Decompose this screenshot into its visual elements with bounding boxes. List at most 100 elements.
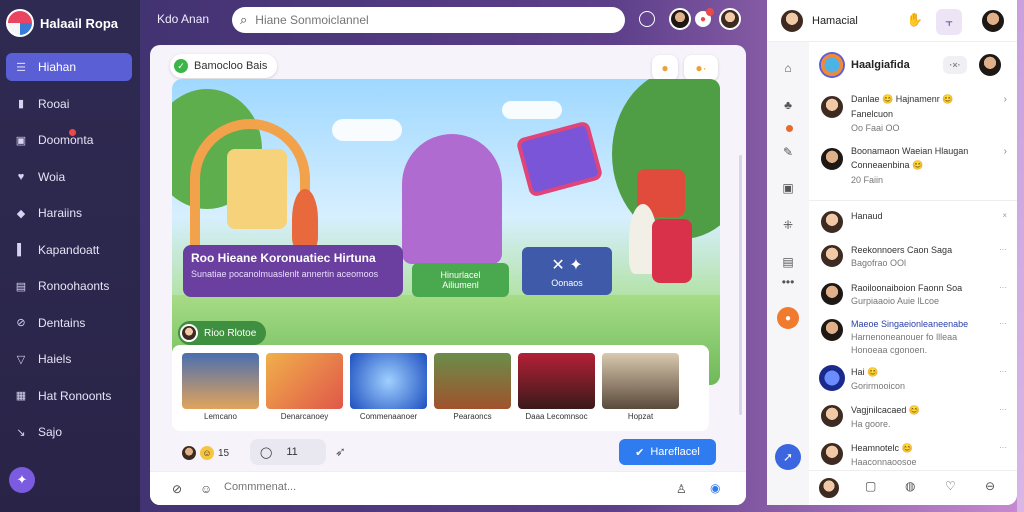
- group-card[interactable]: Danlae 😊 Hajnamenr 😊 Fanelcuon Oo Faai O…: [819, 94, 1007, 142]
- compose-button[interactable]: ➚: [775, 444, 801, 470]
- list-item[interactable]: Vagjnilcacaed 😊 Ha goore. ···: [819, 403, 1007, 429]
- close-icon[interactable]: ·×·: [943, 56, 967, 74]
- avatar: [819, 403, 845, 429]
- thumbnail[interactable]: Daaa Lecomnsoc: [518, 353, 595, 423]
- sidebar-item-dentains[interactable]: ⊘ Dentains: [6, 309, 132, 337]
- more-icon[interactable]: ···: [999, 367, 1007, 376]
- sidebar-item-label: Hat Ronoonts: [38, 388, 112, 403]
- list-item-name: Hai 😊: [851, 367, 879, 377]
- sidebar-item-label: Dentains: [38, 315, 86, 330]
- comment-count: 11: [286, 446, 298, 458]
- comment-icon: ◯: [260, 446, 273, 459]
- more-icon[interactable]: •••: [780, 274, 796, 290]
- search-bar[interactable]: ⌕: [232, 7, 625, 33]
- more-icon[interactable]: ···: [999, 283, 1007, 292]
- avatar[interactable]: [669, 8, 691, 30]
- sidebar-item-ronoohaonts[interactable]: ▤ Ronoohaonts: [6, 272, 132, 300]
- smile-icon: ☺: [200, 446, 214, 460]
- avatar[interactable]: [977, 52, 1003, 78]
- reactions[interactable]: ☺ 15: [182, 446, 229, 460]
- list-item-sub: Bagofrao OOl: [851, 258, 907, 268]
- avatar: [819, 365, 845, 391]
- blue-action-button[interactable]: ✕ ✦ Oonaos: [522, 247, 612, 295]
- group-header[interactable]: Haalgiafida ·×·: [819, 52, 1003, 78]
- hero-banner[interactable]: Roo Hieane Koronuatiec Hirtuna Sunatiae …: [183, 245, 403, 297]
- post-tag-label: Bamocloo Bais: [194, 60, 268, 72]
- group-card[interactable]: Boonamaon Waeian Hlaugan Conneaenbina 😊 …: [819, 146, 1007, 194]
- sidebar-item-haiels[interactable]: ▽ Haiels: [6, 345, 132, 373]
- minus-circle-icon[interactable]: ⊖: [985, 479, 995, 493]
- sidebar-item-hat-ronoonts[interactable]: ▦ Hat Ronoonts: [6, 382, 132, 410]
- list-item[interactable]: Hanaud ×: [819, 209, 1007, 235]
- bell-icon[interactable]: ♙: [676, 482, 687, 496]
- list-item[interactable]: Maeoe Singaeionleaneenabe Harnenoneanoue…: [819, 317, 1007, 355]
- emoji-icon[interactable]: ●: [652, 55, 678, 81]
- smile-icon[interactable]: ◉: [710, 481, 720, 495]
- sidebar-item-haraiins[interactable]: ◆ Haraiins: [6, 199, 132, 227]
- sidebar-item-label: Hiahan: [38, 60, 77, 74]
- list-item-sub2: Honoeaa cgonoen.: [851, 345, 928, 355]
- globe-icon[interactable]: ◍: [905, 479, 915, 493]
- more-icon[interactable]: ···: [999, 319, 1007, 328]
- search-input[interactable]: [255, 13, 596, 27]
- left-sidebar: Halaail Ropa ☰ Hiahan ▮ Rooai ▣ Doomonta…: [0, 0, 140, 512]
- list-item[interactable]: Hai 😊 Gorirmooicon ···: [819, 365, 1007, 391]
- avatar[interactable]: [980, 8, 1006, 34]
- avatar[interactable]: [817, 476, 841, 500]
- notification-icon[interactable]: ●: [695, 8, 714, 27]
- sidebar-item-hiahan[interactable]: ☰ Hiahan: [6, 53, 132, 81]
- comments-button[interactable]: ◯ 11: [250, 439, 326, 465]
- sidebar-item-kapandoatt[interactable]: ▌ Kapandoatt: [6, 236, 132, 264]
- attach-icon[interactable]: ⊘: [172, 482, 182, 496]
- grid-icon[interactable]: ⁜: [780, 217, 796, 233]
- media-icon[interactable]: ▤: [780, 254, 796, 270]
- list-item[interactable]: Reekonnoers Caon Saga Bagofrao OOl ···: [819, 243, 1007, 269]
- post-tag[interactable]: ✓ Bamocloo Bais: [170, 54, 278, 78]
- filter-icon[interactable]: ⫟: [936, 9, 962, 35]
- lightbulb-icon[interactable]: ✋: [904, 9, 926, 31]
- notification-icon[interactable]: ●: [777, 307, 799, 329]
- group-icon[interactable]: ♣: [780, 97, 796, 113]
- sidebar-item-sajo[interactable]: ↘ Sajo: [6, 418, 132, 446]
- comment-input[interactable]: [224, 481, 604, 493]
- thumbnail-image: [350, 353, 427, 409]
- share-icon[interactable]: ➶: [335, 444, 346, 460]
- clock-icon[interactable]: [639, 11, 655, 27]
- home-icon[interactable]: ⌂: [780, 60, 796, 76]
- list-item[interactable]: Heamnotelc 😊 Haaconnaoosoe ···: [819, 441, 1007, 467]
- thumbnail[interactable]: Denarcanoey: [266, 353, 343, 423]
- sidebar-item-woia[interactable]: ♥ Woia: [6, 163, 132, 191]
- image-icon[interactable]: ▣: [780, 180, 796, 196]
- scrollbar[interactable]: [739, 155, 742, 415]
- heart-icon[interactable]: ♡: [945, 479, 956, 493]
- green-action-button[interactable]: Hinurlacel Ailiumenl: [412, 263, 509, 297]
- edit-icon[interactable]: ✎: [780, 144, 796, 160]
- thumbnail[interactable]: Commenaanoer: [350, 353, 427, 423]
- green-button-line1: Hinurlacel: [440, 270, 481, 280]
- close-icon[interactable]: ×: [1002, 211, 1007, 220]
- right-panel-title: Hamacial: [812, 15, 858, 27]
- thumbnail[interactable]: Hopzat: [602, 353, 679, 423]
- avatar[interactable]: [779, 8, 805, 34]
- file-icon[interactable]: ▢: [865, 479, 876, 493]
- user-avatar[interactable]: [719, 8, 741, 30]
- card-subtitle: Conneaenbina 😊: [851, 160, 924, 170]
- sidebar-item-label: Ronoohaonts: [38, 279, 110, 293]
- more-icon[interactable]: ···: [999, 245, 1007, 254]
- brand[interactable]: Halaail Ropa: [6, 8, 118, 38]
- hero-author-tag[interactable]: Rioo Rlotoe: [178, 321, 267, 345]
- list-item[interactable]: Raoiloonaiboion Faonn Soa Gurpiaaoio Aui…: [819, 281, 1007, 307]
- reactions-count: 15: [218, 447, 230, 459]
- more-icon[interactable]: ●·: [684, 55, 718, 81]
- primary-action-button[interactable]: ✔ Hareflacel: [619, 439, 716, 465]
- emoji-icon[interactable]: ☺: [200, 482, 212, 496]
- sidebar-item-rooai[interactable]: ▮ Rooai: [6, 90, 132, 118]
- thumbnail[interactable]: Lemcano: [182, 353, 259, 423]
- more-icon[interactable]: ···: [999, 405, 1007, 414]
- sidebar-item-label: Haiels: [38, 352, 72, 366]
- compose-button[interactable]: ✦: [9, 467, 35, 493]
- thumbnail[interactable]: Pearaoncs: [434, 353, 511, 423]
- sidebar-item-doomonta[interactable]: ▣ Doomonta: [6, 126, 132, 154]
- banner-subtitle: Sunatiae pocanolmuaslenlt annertin aceom…: [191, 269, 379, 279]
- more-icon[interactable]: ···: [999, 443, 1007, 452]
